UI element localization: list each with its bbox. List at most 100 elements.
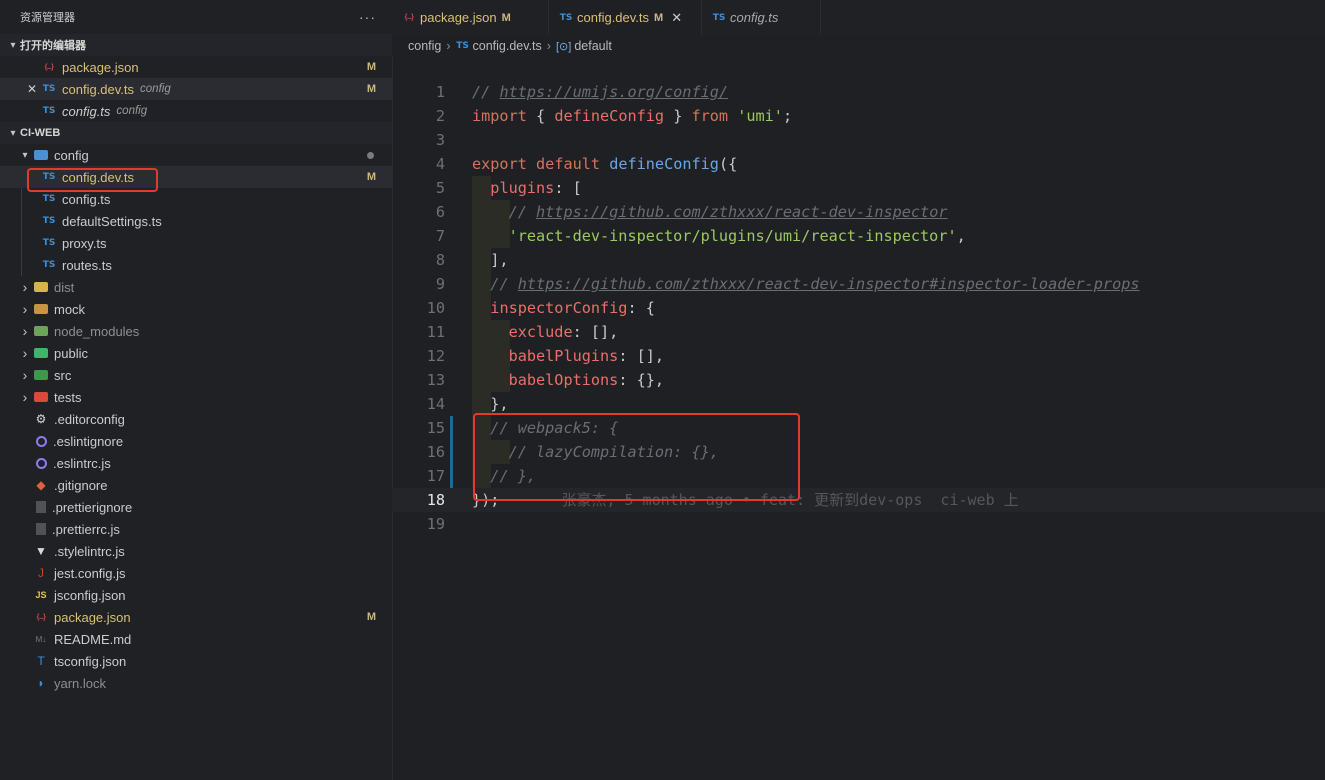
chevron-down-icon: ▾ xyxy=(10,39,16,51)
file-folder-desc: config xyxy=(116,105,148,117)
code-token: export xyxy=(472,155,527,173)
modified-badge: M xyxy=(366,611,376,623)
open-editor-item[interactable]: {...} package.json M xyxy=(0,56,392,78)
code-line: 7 'react-dev-inspector/plugins/umi/react… xyxy=(392,224,1325,248)
line-number: 3 xyxy=(435,131,445,149)
code-token: , xyxy=(956,227,966,245)
eslint-icon xyxy=(36,435,47,447)
file-item[interactable]: TS proxy.ts xyxy=(0,232,392,254)
chevron-down-icon: ▾ xyxy=(22,149,28,161)
ts-file-icon: TS xyxy=(42,172,56,182)
folder-item[interactable]: › dist xyxy=(0,276,392,298)
breadcrumb-file[interactable]: config.dev.ts xyxy=(473,39,542,53)
modified-badge: M xyxy=(366,83,376,95)
file-name: package.json xyxy=(54,609,131,625)
code-token: 'umi' xyxy=(737,107,783,125)
ts-file-icon: TS xyxy=(456,41,469,51)
more-actions-icon[interactable]: ··· xyxy=(359,9,376,25)
file-item[interactable]: TS config.dev.ts M xyxy=(0,166,392,188)
code-token: // webpack5: { xyxy=(490,419,619,437)
code-token: defineConfig xyxy=(609,155,719,173)
symbol-variable-icon: [⊙] xyxy=(555,40,572,53)
code-token: inspectorConfig xyxy=(490,299,628,317)
file-item[interactable]: .eslintignore xyxy=(0,430,392,452)
code-content: // }, xyxy=(472,464,536,488)
code-token: } xyxy=(664,107,692,125)
ts-file-icon: TS xyxy=(712,12,726,23)
file-item[interactable]: TS defaultSettings.ts xyxy=(0,210,392,232)
close-icon[interactable]: ✕ xyxy=(25,82,39,96)
file-item[interactable]: ◗ yarn.lock xyxy=(0,672,392,694)
tab-config-dev-ts[interactable]: TS config.dev.ts M ✕ xyxy=(549,0,702,36)
folder-item[interactable]: › tests xyxy=(0,386,392,408)
code-token: defineConfig xyxy=(554,107,665,125)
tab-label: config.dev.ts xyxy=(577,10,650,25)
chevron-right-icon: › xyxy=(546,39,551,53)
code-token: exclude xyxy=(508,323,573,341)
folder-item[interactable]: › public xyxy=(0,342,392,364)
code-line: 12 babelPlugins: [], xyxy=(392,344,1325,368)
breadcrumb-symbol[interactable]: default xyxy=(574,39,612,53)
open-editor-item[interactable]: TS config.ts config xyxy=(0,100,392,122)
explorer-header: 资源管理器 ··· xyxy=(0,0,392,34)
code-content: // webpack5: { xyxy=(472,416,618,440)
file-item[interactable]: ▼ .stylelintrc.js xyxy=(0,540,392,562)
close-icon[interactable]: ✕ xyxy=(671,10,682,26)
file-name: yarn.lock xyxy=(54,675,107,691)
code-line: 9 // https://github.com/zthxxx/react-dev… xyxy=(392,272,1325,296)
file-item[interactable]: M↓ README.md xyxy=(0,628,392,650)
file-name: config.dev.ts xyxy=(62,169,135,185)
code-token: https://github.com/zthxxx/react-dev-insp… xyxy=(536,203,948,221)
modified-dot-icon xyxy=(367,152,374,159)
code-content: inspectorConfig: { xyxy=(472,296,655,320)
file-name: mock xyxy=(54,301,86,317)
tab-config-ts[interactable]: TS config.ts xyxy=(702,0,821,35)
code-token: // xyxy=(508,203,537,221)
line-number: 6 xyxy=(435,203,445,221)
code-line: 16 // lazyCompilation: {}, xyxy=(392,440,1325,464)
folder-item[interactable]: › mock xyxy=(0,298,392,320)
code-content: exclude: [], xyxy=(472,320,619,344)
open-editor-item[interactable]: ✕ TS config.dev.ts config M xyxy=(0,78,392,100)
file-name: config.ts xyxy=(62,191,111,207)
open-editors-section[interactable]: ▾ 打开的编辑器 xyxy=(0,34,392,56)
code-editor[interactable]: 1 // https://umijs.org/config/2 import { d… xyxy=(392,80,1325,780)
file-item[interactable]: TS config.ts xyxy=(0,188,392,210)
file-name: .editorconfig xyxy=(54,411,125,427)
editor-tabs: {...} package.json M TS config.dev.ts M ✕ TS con… xyxy=(392,0,1325,36)
file-item[interactable]: .prettierrc.js xyxy=(0,518,392,540)
folder-item[interactable]: › src xyxy=(0,364,392,386)
tab-package-json[interactable]: {...} package.json M xyxy=(392,0,549,35)
file-item[interactable]: .prettierignore xyxy=(0,496,392,518)
code-token: ({ xyxy=(718,155,738,173)
project-section[interactable]: ▾ CI-WEB xyxy=(0,122,392,144)
file-item[interactable]: .eslintrc.js xyxy=(0,452,392,474)
file-item[interactable]: Ttsconfig.json xyxy=(0,650,392,672)
code-token: babelPlugins xyxy=(508,347,619,365)
explorer-sidebar: 资源管理器 ··· ▾ 打开的编辑器 {...} package.json M ✕ TS… xyxy=(0,0,393,780)
file-item[interactable]: {...} package.json M xyxy=(0,606,392,628)
file-item[interactable]: Jjest.config.js xyxy=(0,562,392,584)
line-number: 18 xyxy=(426,491,445,509)
file-name: config.ts xyxy=(62,103,111,119)
file-name: config.dev.ts xyxy=(62,81,135,97)
code-content: export default defineConfig({ xyxy=(472,152,737,176)
line-number: 5 xyxy=(435,179,445,197)
file-item[interactable]: TS routes.ts xyxy=(0,254,392,276)
file-item[interactable]: JS jsconfig.json xyxy=(0,584,392,606)
file-item[interactable]: ◆ .gitignore xyxy=(0,474,392,496)
line-number: 19 xyxy=(426,515,445,533)
code-token: plugins xyxy=(490,179,555,197)
breadcrumb-folder[interactable]: config xyxy=(408,39,441,53)
code-token: // xyxy=(472,83,500,101)
chevron-down-icon: ▾ xyxy=(10,127,16,139)
js-file-icon: JS xyxy=(35,590,47,600)
tab-label: config.ts xyxy=(730,10,779,25)
modified-badge: M xyxy=(366,61,376,73)
file-item[interactable]: ⚙ .editorconfig xyxy=(0,408,392,430)
folder-item[interactable]: › node_modules xyxy=(0,320,392,342)
folder-item[interactable]: ▾ config xyxy=(0,144,392,166)
